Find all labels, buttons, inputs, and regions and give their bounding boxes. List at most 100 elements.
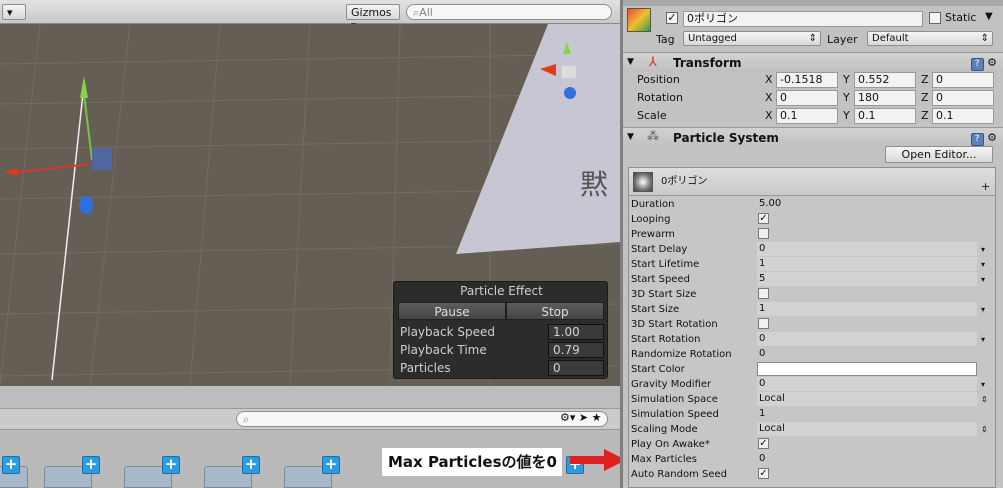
property-field[interactable]: 0	[757, 377, 977, 391]
add-icon[interactable]: +	[242, 456, 260, 474]
scale-z-field[interactable]: 0.1	[932, 108, 994, 124]
particle-main-module: 0ポリゴン + Duration 5.00 Looping ✓ Prewarm Start…	[628, 167, 996, 488]
transform-header[interactable]: ▼ ⅄ Transform ? ⚙	[623, 52, 1003, 72]
rotation-y-field[interactable]: 180	[854, 90, 916, 106]
particle-property-row: Simulation Speed 1	[631, 407, 995, 422]
position-y-field[interactable]: 0.552	[854, 72, 916, 88]
property-checkbox[interactable]: ✓	[758, 438, 769, 449]
property-checkbox[interactable]: ✓	[758, 213, 769, 224]
property-field[interactable]: 0	[757, 347, 977, 361]
particle-property-row: Auto Random Seed ✓	[631, 467, 995, 482]
curve-dropdown-icon[interactable]: ▾	[981, 242, 985, 257]
curve-dropdown-icon[interactable]: ▾	[981, 377, 985, 392]
property-checkbox[interactable]: ✓	[758, 468, 769, 479]
project-toolbar: ⌕	[0, 408, 620, 430]
property-field[interactable]: 1	[757, 257, 977, 271]
property-dropdown[interactable]: Local	[757, 422, 977, 436]
property-field[interactable]: 0	[757, 242, 977, 256]
property-field[interactable]: 1	[757, 407, 977, 421]
property-label: Gravity Modifier	[631, 379, 712, 390]
rotation-z-field[interactable]: 0	[932, 90, 994, 106]
x-axis-handle[interactable]	[17, 163, 91, 173]
project-filter-icons[interactable]: ⚙▾ ➤ ★	[560, 411, 618, 427]
layer-dropdown[interactable]: Default ⇕	[867, 31, 993, 46]
add-icon[interactable]: +	[322, 456, 340, 474]
curve-dropdown-icon[interactable]: ▾	[981, 272, 985, 287]
property-field[interactable]: 5	[757, 272, 977, 286]
scene-view[interactable]: 黙 Particle Effect Pause Stop Playback Sp…	[0, 24, 620, 386]
curve-dropdown-icon[interactable]: ▾	[981, 302, 985, 317]
particle-property-row: Start Color	[631, 362, 995, 377]
curve-dropdown-icon[interactable]: ▾	[981, 332, 985, 347]
particle-property-row: Max Particles 0	[631, 452, 995, 467]
curve-dropdown-icon[interactable]: ⇕	[981, 392, 988, 407]
render-mode-dropdown[interactable]: ▾	[2, 4, 26, 20]
scale-x-field[interactable]: 0.1	[776, 108, 838, 124]
curve-dropdown-icon[interactable]: ▾	[981, 257, 985, 272]
particle-property-row: 3D Start Rotation	[631, 317, 995, 332]
stop-button[interactable]: Stop	[506, 302, 604, 320]
playback-speed-field[interactable]: 1.00	[548, 324, 604, 340]
static-label: Static	[945, 11, 977, 24]
y-axis-handle[interactable]	[83, 93, 93, 161]
static-dropdown-icon[interactable]: ▼	[985, 11, 993, 22]
object-name-field[interactable]: 0ポリゴン	[683, 11, 923, 27]
property-field[interactable]: 0	[757, 452, 977, 466]
curve-dropdown-icon[interactable]: ⇕	[981, 422, 988, 437]
help-icon[interactable]: ?	[970, 58, 984, 71]
inspector-tab-strip	[623, 0, 1003, 6]
scene-toolbar: ▾ Gizmos ▾ ⌕All	[0, 0, 620, 32]
pause-button[interactable]: Pause	[398, 302, 506, 320]
particle-property-row: Start Delay 0 ▾	[631, 242, 995, 257]
property-checkbox[interactable]	[758, 228, 769, 239]
gear-icon[interactable]: ⚙	[987, 131, 997, 144]
open-editor-button[interactable]: Open Editor...	[885, 146, 993, 163]
foldout-icon[interactable]: ▼	[627, 57, 634, 67]
property-field[interactable]: 0	[757, 332, 977, 346]
transform-title: Transform	[673, 56, 742, 70]
rotation-label: Rotation	[637, 91, 684, 104]
active-checkbox[interactable]: ✓	[666, 12, 678, 24]
particle-property-row: Start Rotation 0 ▾	[631, 332, 995, 347]
z-axis-arrow-icon[interactable]	[79, 196, 93, 214]
property-label: 3D Start Rotation	[631, 319, 718, 330]
scale-y-field[interactable]: 0.1	[854, 108, 916, 124]
rotation-x-field[interactable]: 0	[776, 90, 838, 106]
property-field[interactable]: 1	[757, 302, 977, 316]
static-checkbox[interactable]	[929, 12, 941, 24]
property-label: Start Rotation	[631, 334, 701, 345]
property-label: Auto Random Seed	[631, 469, 727, 480]
position-z-field[interactable]: 0	[932, 72, 994, 88]
module-header[interactable]: 0ポリゴン +	[629, 168, 995, 196]
gizmos-dropdown[interactable]: Gizmos ▾	[346, 4, 400, 32]
axis-y-label: Y	[843, 91, 850, 104]
gear-icon[interactable]: ⚙	[987, 56, 997, 69]
position-x-field[interactable]: -0.1518	[776, 72, 838, 88]
help-icon[interactable]: ?	[970, 133, 984, 146]
add-icon[interactable]: +	[162, 456, 180, 474]
axis-z-label: Z	[921, 91, 929, 104]
axis-x-label: X	[765, 91, 773, 104]
property-label: Start Delay	[631, 244, 688, 255]
property-dropdown[interactable]: Local	[757, 392, 977, 406]
add-icon[interactable]: +	[2, 456, 20, 474]
playback-time-field[interactable]: 0.79	[548, 342, 604, 358]
start-color-swatch[interactable]	[757, 362, 977, 376]
center-handle[interactable]	[92, 148, 112, 170]
layer-label: Layer	[827, 33, 858, 46]
add-module-icon[interactable]: +	[981, 180, 990, 193]
foldout-icon[interactable]: ▼	[627, 132, 634, 142]
property-checkbox[interactable]	[758, 318, 769, 329]
particle-property-row: Start Lifetime 1 ▾	[631, 257, 995, 272]
property-checkbox[interactable]	[758, 288, 769, 299]
y-axis-arrow-icon[interactable]	[80, 76, 88, 98]
property-field[interactable]: 5.00	[757, 197, 977, 211]
project-search-input[interactable]: ⌕	[236, 411, 608, 427]
x-axis-arrow-icon[interactable]	[4, 168, 18, 176]
add-icon[interactable]: +	[82, 456, 100, 474]
particle-property-row: Scaling Mode Local ⇕	[631, 422, 995, 437]
particle-system-title: Particle System	[673, 131, 779, 145]
particle-system-header[interactable]: ▼ ⁂ Particle System ? ⚙	[623, 127, 1003, 147]
tag-dropdown[interactable]: Untagged ⇕	[683, 31, 821, 46]
scene-search-input[interactable]: ⌕All	[406, 4, 612, 20]
